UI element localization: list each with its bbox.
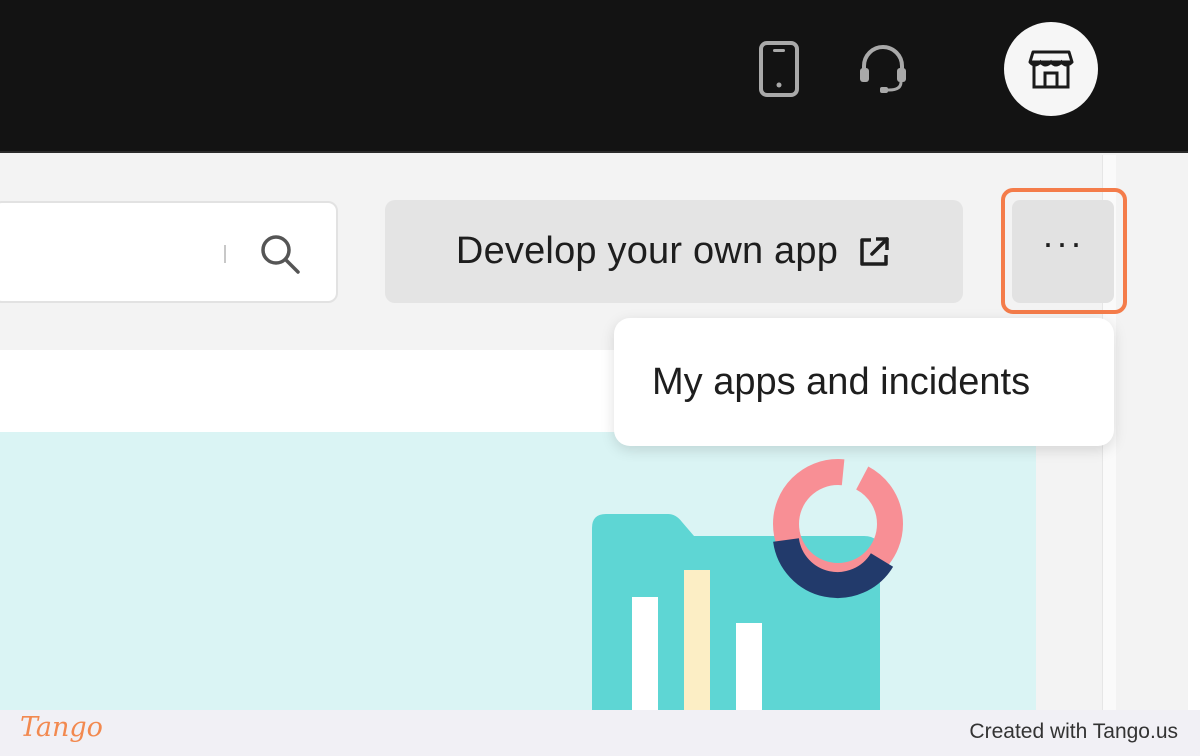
tango-logo: Tango: [20, 712, 103, 743]
phone-icon[interactable]: [757, 40, 801, 98]
top-navigation-bar: [0, 0, 1188, 153]
develop-button-label: Develop your own app: [455, 230, 839, 272]
analytics-folder-illustration: [590, 458, 910, 710]
search-icon[interactable]: [258, 232, 302, 276]
headset-icon[interactable]: [854, 40, 912, 98]
develop-your-own-app-button[interactable]: Develop your own app: [385, 200, 963, 303]
more-options-button[interactable]: ···: [1012, 200, 1114, 303]
store-icon: [1028, 50, 1074, 89]
more-options-menu: My apps and incidents: [614, 318, 1114, 446]
menu-item-my-apps-and-incidents[interactable]: My apps and incidents: [652, 361, 1030, 404]
store-avatar[interactable]: [1004, 22, 1098, 116]
window-edge: [1188, 0, 1200, 710]
more-options-icon: ···: [1042, 221, 1084, 263]
external-link-icon: [856, 234, 892, 270]
search-divider: [224, 245, 226, 263]
created-with-credit: Created with Tango.us: [969, 720, 1178, 743]
